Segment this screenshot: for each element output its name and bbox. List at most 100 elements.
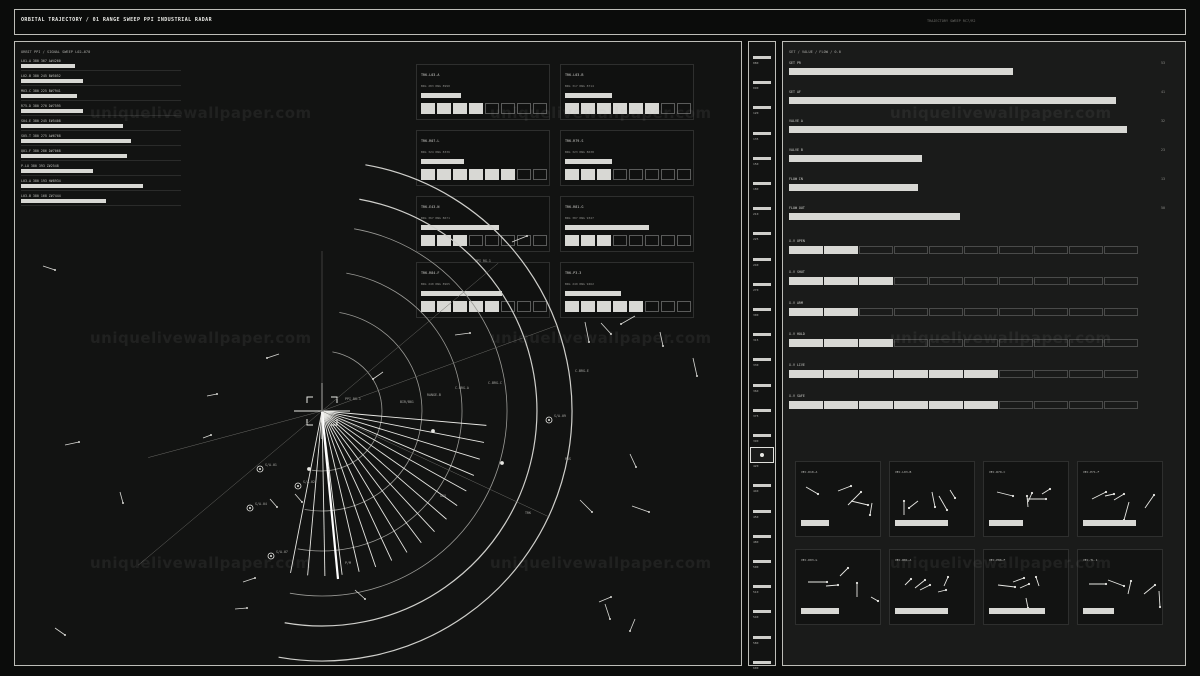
level-bar-value: 50 [1161, 206, 1165, 210]
segment-cell [929, 246, 963, 254]
radar-panel: ORBIT PPI / SIGNAL SWEEP L02–070 L01-A 3… [14, 41, 742, 666]
segment-cell [824, 339, 858, 347]
drift-vector-head [620, 323, 622, 325]
vector-arrow-head [1013, 585, 1017, 589]
vector-panel-bar [801, 608, 839, 614]
segment-cell [1104, 308, 1138, 316]
drift-vector [604, 603, 611, 620]
radar-label: C-BRG-C [488, 381, 502, 385]
range-tick [753, 308, 771, 311]
drift-vector-head [210, 434, 212, 436]
vector-panel[interactable]: VEC-TL-1 [1077, 549, 1163, 625]
segment-cell [894, 339, 928, 347]
vector-arrow-head [909, 577, 913, 581]
segment-cell [859, 401, 893, 409]
sweep-ray [321, 410, 485, 443]
level-bar-value: 53 [1161, 61, 1165, 65]
vector-arrow [919, 584, 931, 591]
segment-cell [1034, 370, 1068, 378]
control-panel-subtitle: SET / VALUE / FLOW / 0.0 [789, 50, 841, 54]
vector-arrow-head [944, 588, 948, 592]
sweep-ray [290, 410, 323, 574]
segment-cell [929, 401, 963, 409]
drift-vector [269, 498, 278, 508]
vector-arrow-head [868, 513, 872, 517]
drift-vector [454, 332, 471, 336]
target-label: S/A-09 [554, 414, 566, 418]
drift-vector-head [276, 506, 278, 508]
drift-vector-head [610, 333, 612, 335]
vector-arrow-head [1025, 494, 1029, 498]
range-tick-label: 510 [753, 590, 759, 595]
segment-cell [964, 277, 998, 285]
level-bar-value: 41 [1161, 90, 1165, 94]
segment-cell [859, 277, 893, 285]
vector-arrow [1025, 597, 1029, 609]
range-strip[interactable]: 080 090 120 135 150 180 210 225 240 270 300 315 330 3… [748, 41, 776, 670]
vector-arrow [943, 576, 949, 587]
drift-vector-head [610, 596, 612, 598]
vector-panel[interactable]: VEC-D03-G [795, 549, 881, 625]
vector-arrow [1012, 577, 1025, 583]
segment-cell [894, 277, 928, 285]
vector-panel[interactable]: VEC-R81-A [889, 549, 975, 625]
range-tick [753, 81, 771, 85]
range-tick-label: 375 [753, 413, 759, 418]
vector-panel[interactable]: VEC-E71-F [1077, 461, 1163, 537]
vector-panel[interactable]: VEC-D10-A [795, 461, 881, 537]
range-tick [753, 131, 771, 135]
vector-panel[interactable]: VEC-P86-F [983, 549, 1069, 625]
segment-cell [1069, 246, 1103, 254]
range-tick-label: 540 [753, 615, 759, 620]
segment-cell [999, 339, 1033, 347]
segment-cell [929, 339, 963, 347]
vector-arrow [914, 579, 926, 589]
level-bar-fill [789, 68, 1013, 75]
segment-row[interactable]: X-V LIVE [789, 363, 1149, 385]
bearing-guide [137, 410, 323, 566]
drift-vector [629, 618, 636, 632]
vector-arrow [949, 489, 956, 499]
level-bar-fill [789, 184, 918, 191]
radar-label: TRK [525, 511, 531, 515]
segment-row[interactable]: X-V SAFE [789, 394, 1149, 416]
drift-vector [202, 434, 212, 439]
segment-row[interactable]: X-V ARM [789, 301, 1149, 323]
vector-arrow-head [1104, 582, 1108, 586]
drift-vector-head [696, 375, 698, 377]
range-tick-label: 120 [753, 111, 759, 116]
segment-row-label: X-V SAFE [789, 394, 805, 398]
radar-label: POS [565, 457, 571, 461]
drift-vector-head [591, 511, 593, 513]
range-tick [753, 156, 771, 160]
range-tick [753, 509, 771, 513]
segment-cell [1034, 339, 1068, 347]
range-tick [753, 358, 771, 362]
drift-vector [598, 596, 612, 603]
range-tick [753, 182, 771, 185]
radar-label: RANGE-B [427, 393, 441, 397]
target-label: S/A-07 [276, 550, 288, 554]
segment-cell [789, 308, 823, 316]
vector-panel[interactable]: VEC-R79-C [983, 461, 1069, 537]
drift-vector [54, 627, 66, 636]
vector-arrow-head [907, 506, 911, 510]
range-tick-label: 450 [753, 514, 759, 519]
drift-vector-head [629, 630, 631, 632]
vector-arrow [1019, 583, 1030, 589]
segment-cell [929, 370, 963, 378]
segment-row[interactable]: X-V HOLD [789, 332, 1149, 354]
range-tick [753, 635, 771, 639]
vector-panel[interactable]: VEC-L03-B [889, 461, 975, 537]
control-panel: SET / VALUE / FLOW / 0.0 SET PR 53 SET AF 4… [782, 41, 1186, 666]
drift-vector [234, 607, 248, 610]
target-blip-core [259, 468, 261, 470]
segment-cell [859, 339, 893, 347]
segment-cell [824, 308, 858, 316]
segment-row[interactable]: X-V OPEN [789, 239, 1149, 261]
range-tick-label: 480 [753, 539, 759, 544]
segment-row[interactable]: X-V SHUT [789, 270, 1149, 292]
vector-arrow-head [1034, 575, 1038, 579]
range-tick [753, 282, 771, 286]
range-strip-cursor[interactable] [750, 447, 774, 463]
